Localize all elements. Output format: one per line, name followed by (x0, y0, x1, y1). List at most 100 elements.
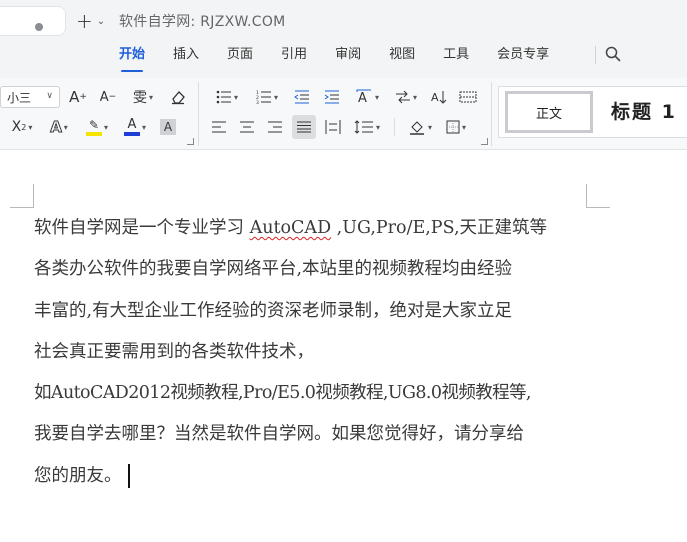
superscript-button[interactable]: X 2 ▾ (8, 115, 36, 139)
decrease-font-icon: A (99, 89, 109, 105)
borders-icon (446, 120, 460, 134)
home-ribbon: 小三 ∨ A + A − 雯 ▾ X 2 ▾ A ▾ ✎ ▾ A ▾ A ▾ 1… (0, 78, 687, 150)
increase-indent-icon (324, 90, 339, 104)
font-color-icon: A (123, 118, 140, 136)
decrease-indent-icon (294, 90, 309, 104)
table-icon (459, 91, 477, 103)
document-tab[interactable] (0, 6, 66, 36)
align-left-icon (212, 121, 226, 133)
text-line: 如AutoCAD2012视频教程,Pro/E5.0视频教程,UG8.0视频教程等… (34, 383, 532, 404)
chevron-down-icon: ▾ (374, 92, 379, 102)
highlight-icon: ✎ (85, 119, 102, 136)
text-line: 社会真正要需用到的各类软件技术， (34, 341, 314, 362)
chevron-down-icon: ▾ (461, 122, 466, 132)
text-effect-icon: A (50, 118, 63, 137)
style-heading-1[interactable]: 标题 1 (611, 97, 677, 124)
superscript-icon: X (11, 119, 22, 135)
margin-mark (586, 184, 587, 208)
justify-icon (297, 121, 311, 133)
increase-font-button[interactable]: A + (68, 85, 88, 109)
search-button[interactable] (604, 45, 624, 65)
margin-mark (33, 184, 34, 208)
font-size-select[interactable]: 小三 ∨ (0, 86, 60, 108)
chevron-down-icon: ▾ (28, 122, 33, 132)
chevron-down-icon: ▾ (412, 92, 417, 102)
char-shading-button[interactable]: A (158, 115, 178, 139)
text-cursor (127, 464, 130, 489)
font-color-button[interactable]: A ▾ (120, 115, 150, 139)
shading-icon (409, 121, 424, 135)
misspelled-word: AutoCAD (249, 218, 332, 238)
document-page[interactable]: 软件自学网是一个专业学习 AutoCAD ,UG,Pro/E,PS,天正建筑等 … (0, 150, 687, 542)
title-bar: + ⌄ 软件自学网: RJZXW.COM 开始 插入 页面 引用 审阅 视图 工… (0, 0, 687, 78)
tab-review[interactable]: 审阅 (321, 44, 375, 68)
text-line: 丰富的,有大型企业工作经验的资深老师录制，绝对是大家立足 (34, 300, 513, 321)
tab-insert[interactable]: 插入 (159, 44, 213, 68)
highlight-button[interactable]: ✎ ▾ (82, 115, 112, 139)
sort-button[interactable]: ▾ (392, 85, 420, 109)
distributed-button[interactable] (322, 115, 344, 139)
chevron-down-icon: ▾ (63, 122, 68, 132)
paragraph-dialog-launcher[interactable] (481, 138, 488, 145)
text-effect-button[interactable]: A ▾ (44, 115, 74, 139)
phonetic-icon: 雯 (132, 90, 147, 106)
site-title: 软件自学网: RJZXW.COM (119, 14, 286, 30)
bullet-list-button[interactable]: ▾ (212, 85, 242, 109)
tab-membership[interactable]: 会员专享 (483, 44, 563, 68)
clear-format-button[interactable] (168, 85, 188, 109)
search-icon (605, 46, 621, 62)
chevron-down-icon: ▾ (427, 122, 432, 132)
svg-text:3: 3 (256, 100, 259, 104)
numbered-list-button[interactable]: 123 ▾ (252, 85, 282, 109)
phonetic-guide-button[interactable]: 雯 ▾ (128, 85, 158, 109)
text-direction-button[interactable]: A ▾ (352, 85, 382, 109)
font-dialog-launcher[interactable] (187, 138, 194, 145)
decrease-indent-button[interactable] (292, 85, 312, 109)
tab-tools[interactable]: 工具 (429, 44, 483, 68)
ribbon-menu: 开始 插入 页面 引用 审阅 视图 工具 会员专享 (105, 44, 563, 72)
sort-az-button[interactable]: A (430, 85, 448, 109)
chevron-down-icon: ▾ (148, 92, 153, 102)
tab-home[interactable]: 开始 (105, 44, 159, 72)
line-spacing-button[interactable]: ▾ (350, 115, 384, 139)
chevron-down-icon: ▾ (141, 122, 146, 132)
increase-indent-button[interactable] (322, 85, 342, 109)
table-button[interactable] (458, 85, 478, 109)
distributed-icon (325, 120, 341, 134)
text-line: 软件自学网是一个专业学习 AutoCAD ,UG,Pro/E,PS,天正建筑等 (34, 218, 548, 238)
chevron-down-icon: ▾ (233, 92, 238, 102)
chevron-down-icon: ⌄ (96, 15, 106, 27)
text-line: 您的朋友。 (34, 460, 594, 501)
document-body[interactable]: 软件自学网是一个专业学习 AutoCAD ,UG,Pro/E,PS,天正建筑等 … (34, 212, 594, 501)
style-normal[interactable]: 正文 (505, 91, 593, 133)
margin-mark (10, 207, 34, 208)
align-right-button[interactable] (264, 115, 286, 139)
svg-text:A: A (358, 91, 367, 105)
styles-gallery: 正文 标题 1 (498, 86, 687, 138)
numbered-list-icon: 123 (256, 90, 271, 104)
char-shading-icon: A (160, 119, 176, 135)
new-tab-button[interactable]: + ⌄ (76, 9, 112, 33)
align-center-icon (240, 121, 254, 133)
chevron-down-icon: ∨ (46, 91, 53, 101)
bullet-list-icon (216, 90, 231, 104)
sort-az-icon: A (431, 91, 447, 104)
increase-font-icon: A (69, 88, 80, 106)
justify-button[interactable] (292, 115, 316, 139)
chevron-down-icon: ▾ (273, 92, 278, 102)
tab-page[interactable]: 页面 (213, 44, 267, 68)
decrease-font-button[interactable]: A − (98, 85, 118, 109)
unsaved-dot-icon (35, 23, 43, 31)
align-left-button[interactable] (208, 115, 230, 139)
shading-button[interactable]: ▾ (405, 115, 435, 139)
borders-button[interactable]: ▾ (441, 115, 471, 139)
plus-icon: + (76, 9, 93, 33)
margin-mark (586, 207, 610, 208)
align-center-button[interactable] (236, 115, 258, 139)
align-right-icon (268, 121, 282, 133)
menu-divider (595, 46, 596, 64)
tab-references[interactable]: 引用 (267, 44, 321, 68)
tab-view[interactable]: 视图 (375, 44, 429, 68)
svg-text:A: A (431, 91, 439, 104)
chevron-down-icon: ▾ (103, 122, 108, 132)
